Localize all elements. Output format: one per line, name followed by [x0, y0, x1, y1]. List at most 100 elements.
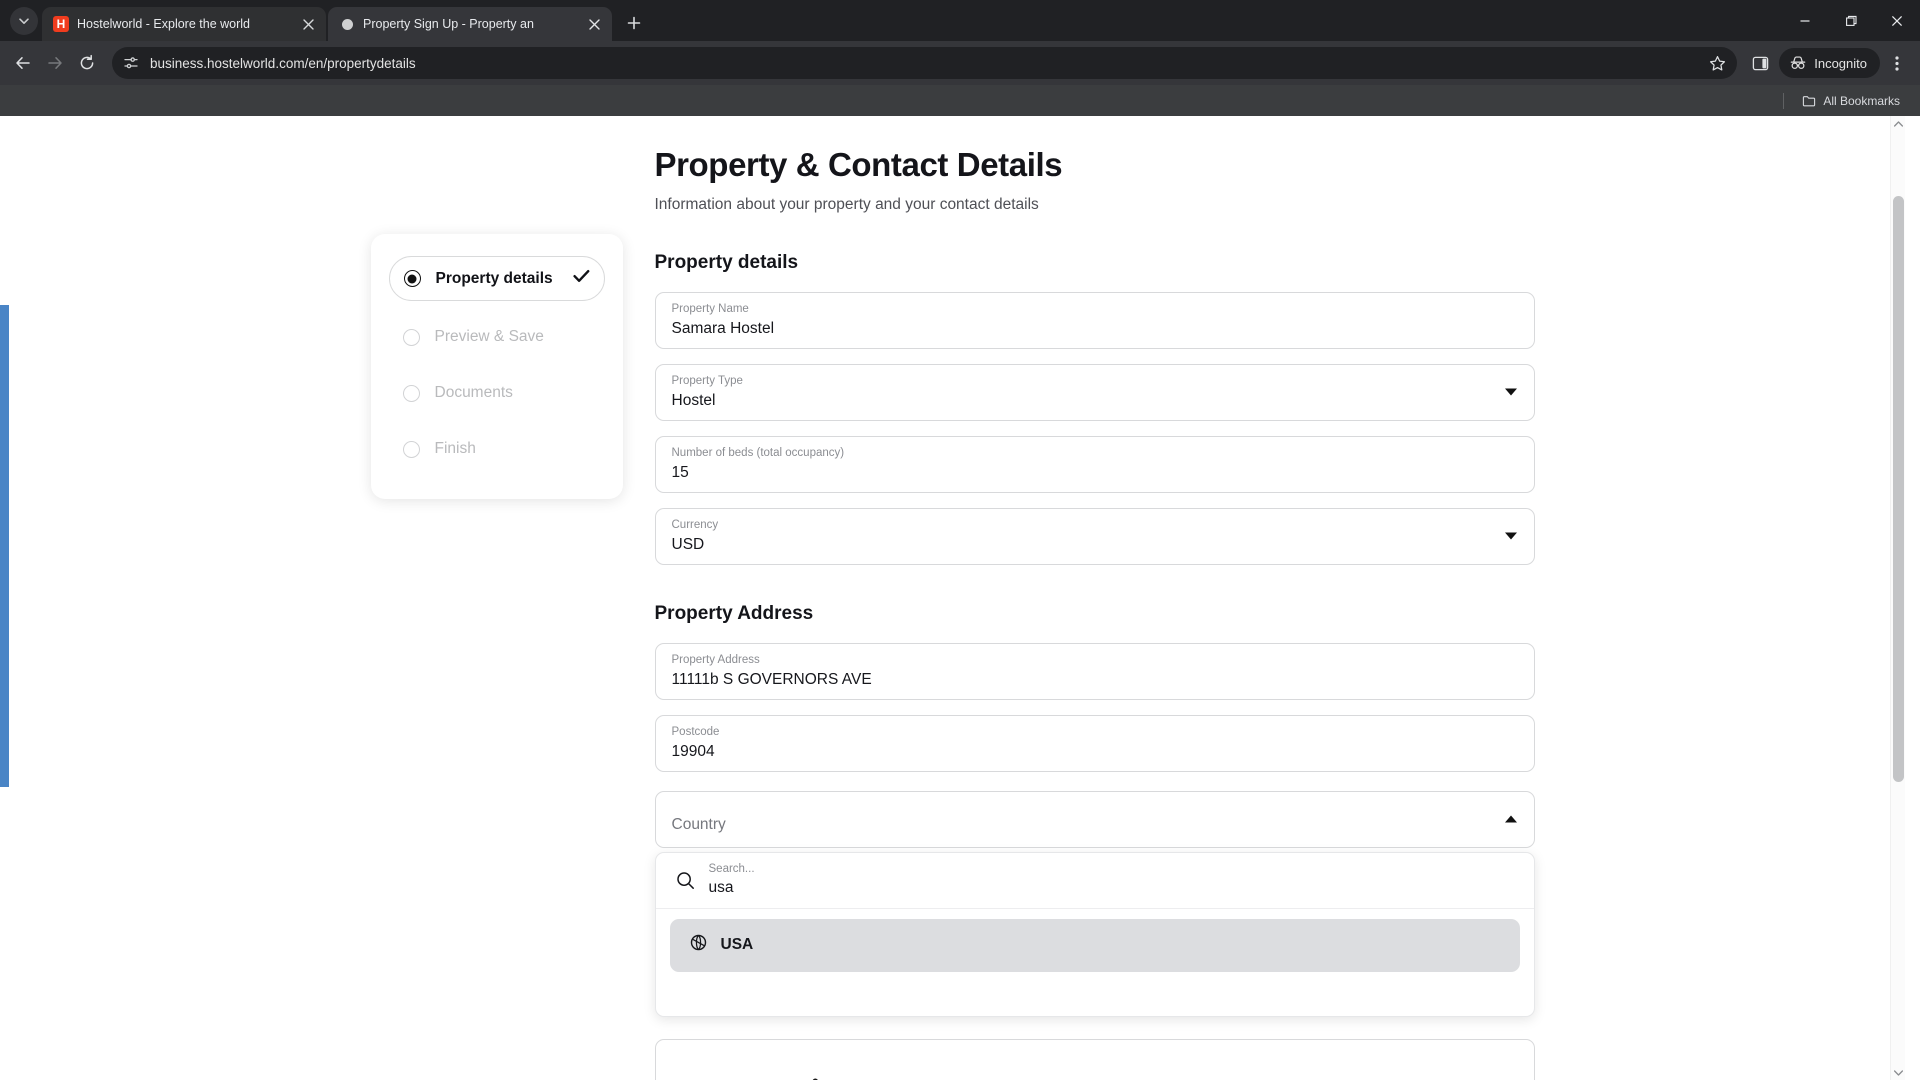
reload-icon [80, 54, 94, 70]
bookmark-button[interactable] [1703, 49, 1731, 77]
close-window-button[interactable] [1874, 0, 1920, 41]
close-icon [302, 18, 314, 30]
field-value: Hostel [671, 391, 716, 409]
maximize-icon [1846, 15, 1857, 26]
scroll-up-icon [1894, 120, 1903, 127]
property-address-field[interactable]: Property Address 11111b S GOVERNORS AVE [654, 642, 1535, 700]
incognito-icon [1790, 56, 1806, 69]
browser-tab-2[interactable]: Property Sign Up - Property an [328, 7, 612, 41]
field-label: Currency [671, 518, 719, 531]
field-label: Property Type [671, 374, 743, 387]
country-dropdown-panel: Search... usa USA [654, 851, 1535, 1017]
chevron-down-icon[interactable] [1504, 388, 1517, 396]
check-icon [572, 269, 590, 288]
new-tab-button[interactable] [620, 9, 648, 37]
close-icon [1891, 15, 1903, 26]
search-text-wrapper: Search... usa [709, 862, 1516, 898]
stepper-item-finish[interactable]: Finish [389, 429, 605, 469]
tab-close-button[interactable] [298, 14, 318, 34]
stepper-item-preview-save[interactable]: Preview & Save [389, 317, 605, 357]
stepper-item-label: Finish [434, 440, 476, 457]
back-button[interactable] [8, 48, 38, 78]
field-value: 11111b S GOVERNORS AVE [671, 670, 872, 688]
page-title: Property & Contact Details [654, 146, 1063, 183]
country-select[interactable]: Country [654, 790, 1535, 848]
form-column: Property & Contact Details Information a… [654, 138, 1535, 1080]
country-placeholder: Country [671, 815, 726, 833]
currency-select[interactable]: Currency USD [654, 507, 1535, 565]
bookmarks-divider [1783, 92, 1785, 109]
next-field-partial[interactable] [654, 1038, 1535, 1080]
radio-empty-icon [402, 440, 420, 458]
search-label: Search... [708, 863, 755, 876]
tab-title: Property Sign Up - Property an [363, 17, 534, 31]
browser-window: H Hostelworld - Explore the world Proper… [0, 0, 1920, 1080]
scroll-up-button[interactable] [1891, 116, 1906, 131]
scroll-down-icon [1894, 1069, 1903, 1076]
close-icon [588, 18, 600, 30]
tab-title: Hostelworld - Explore the world [77, 17, 250, 31]
minimize-icon [1800, 19, 1810, 22]
url-text: business.hostelworld.com/en/propertydeta… [150, 55, 416, 71]
stepper-item-label: Documents [434, 384, 513, 401]
chevron-up-icon[interactable] [1504, 815, 1517, 823]
page-subtitle: Information about your property and your… [654, 195, 1039, 213]
chevron-down-icon [19, 18, 29, 24]
window-controls [1782, 0, 1920, 41]
browser-menu-button[interactable] [1882, 48, 1912, 78]
page-layout: Property details Preview & Save Document… [370, 116, 1535, 1080]
property-name-field[interactable]: Property Name Samara Hostel [654, 291, 1535, 349]
bookmarks-bar: All Bookmarks [0, 85, 1920, 116]
field-label: Number of beds (total occupancy) [671, 446, 845, 459]
hostelworld-favicon: H [53, 16, 69, 32]
browser-tab-1[interactable]: H Hostelworld - Explore the world [42, 7, 326, 41]
forward-arrow-icon [48, 57, 62, 69]
section-heading-property-address: Property Address [654, 602, 814, 624]
section-heading-property-details: Property details [654, 251, 799, 273]
field-value: 19904 [671, 742, 715, 760]
stepper-item-label: Preview & Save [434, 328, 544, 345]
field-value: 15 [671, 463, 689, 481]
page-body: Property details Preview & Save Document… [0, 116, 1905, 1080]
folder-icon [1803, 95, 1816, 106]
page-viewport: Property details Preview & Save Document… [0, 116, 1920, 1080]
field-value: USD [671, 535, 705, 553]
scrollbar-thumb[interactable] [1893, 196, 1904, 782]
site-settings-icon[interactable] [118, 50, 144, 76]
stepper-item-documents[interactable]: Documents [389, 373, 605, 413]
plus-icon [627, 16, 641, 30]
search-value: usa [708, 879, 734, 897]
reload-button[interactable] [72, 48, 102, 78]
country-search-input[interactable]: Search... usa [655, 853, 1534, 909]
chevron-down-icon[interactable] [1504, 532, 1517, 540]
stepper-column: Property details Preview & Save Document… [370, 138, 623, 1080]
tab-close-button[interactable] [584, 14, 604, 34]
back-arrow-icon [16, 57, 30, 69]
minimize-button[interactable] [1782, 0, 1828, 41]
field-label: Postcode [671, 725, 720, 738]
incognito-indicator[interactable]: Incognito [1779, 48, 1880, 78]
country-option-label: USA [720, 936, 754, 954]
postcode-field[interactable]: Postcode 19904 [654, 714, 1535, 772]
number-of-beds-field[interactable]: Number of beds (total occupancy) 15 [654, 435, 1535, 493]
radio-selected-icon [403, 270, 421, 287]
tab-search-button[interactable] [10, 7, 38, 35]
page-content: Property details Preview & Save Document… [0, 116, 1905, 1080]
maximize-button[interactable] [1828, 0, 1874, 41]
all-bookmarks-label: All Bookmarks [1823, 93, 1900, 108]
progress-stepper: Property details Preview & Save Document… [370, 234, 623, 499]
field-label: Property Name [671, 302, 749, 315]
three-dot-menu-icon [1895, 55, 1899, 71]
all-bookmarks-button[interactable]: All Bookmarks [1796, 91, 1906, 111]
tune-icon [124, 57, 138, 69]
scroll-down-button[interactable] [1891, 1065, 1906, 1080]
page-scrollbar[interactable] [1890, 116, 1905, 1080]
forward-button[interactable] [40, 48, 70, 78]
stepper-item-property-details[interactable]: Property details [388, 256, 605, 301]
browser-toolbar: business.hostelworld.com/en/propertydeta… [0, 41, 1920, 85]
address-bar[interactable]: business.hostelworld.com/en/propertydeta… [112, 47, 1738, 79]
country-option-usa[interactable]: USA [669, 918, 1520, 972]
side-panel-button[interactable] [1745, 48, 1775, 78]
property-type-select[interactable]: Property Type Hostel [654, 363, 1535, 421]
field-value: Samara Hostel [671, 319, 775, 337]
